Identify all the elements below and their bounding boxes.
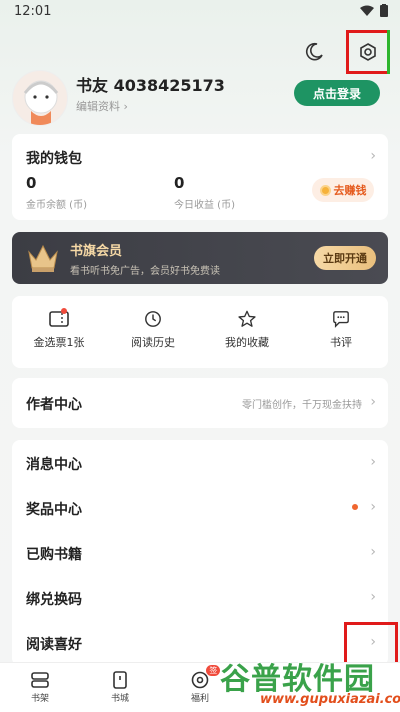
status-icons bbox=[360, 4, 388, 17]
notification-dot bbox=[60, 308, 67, 314]
coin-balance-value: 0 bbox=[26, 174, 37, 192]
shortcut-ticket[interactable]: 金选票1张 bbox=[12, 296, 106, 368]
menu-item-messages[interactable]: 消息中心 › bbox=[12, 440, 388, 485]
shortcuts-card: 金选票1张 阅读历史 我的收藏 书评 bbox=[12, 296, 388, 368]
star-icon bbox=[238, 310, 256, 327]
author-center-row[interactable]: 作者中心 零门槛创作，千万现金扶持 › bbox=[12, 378, 388, 428]
watermark: 谷普软件园 www.gupuxiazai.com bbox=[220, 654, 400, 712]
shortcut-reviews[interactable]: 书评 bbox=[294, 296, 388, 368]
earn-money-button[interactable]: 去赚钱 bbox=[312, 178, 374, 202]
comment-icon bbox=[333, 311, 349, 328]
avatar-illustration bbox=[23, 80, 59, 125]
top-actions bbox=[300, 30, 390, 74]
nav-label: 书架 bbox=[30, 694, 49, 704]
menu-item-purchased[interactable]: 已购书籍 › bbox=[12, 530, 388, 575]
today-income-label: 今日收益 (币) bbox=[174, 200, 235, 211]
profile-section: 书友 4038425173 编辑资料 › 点击登录 bbox=[12, 70, 388, 126]
vip-subtitle: 看书听书免广告，会员好书免费读 bbox=[70, 266, 220, 277]
chevron-right-icon: › bbox=[370, 454, 376, 470]
menu-item-label: 绑兑换码 bbox=[26, 592, 82, 608]
menu-item-label: 奖品中心 bbox=[26, 502, 82, 518]
chevron-right-icon: › bbox=[370, 394, 376, 410]
menu-item-label: 消息中心 bbox=[26, 457, 82, 473]
vip-open-button[interactable]: 立即开通 bbox=[314, 246, 376, 270]
vip-banner[interactable]: 书旗会员 看书听书免广告，会员好书免费读 立即开通 bbox=[12, 232, 388, 284]
night-mode-button[interactable] bbox=[300, 38, 328, 66]
menu-item-label: 阅读喜好 bbox=[26, 637, 82, 653]
chevron-right-icon: › bbox=[370, 544, 376, 560]
login-button[interactable]: 点击登录 bbox=[294, 80, 380, 106]
shortcut-label: 金选票1张 bbox=[33, 336, 85, 349]
clock-icon bbox=[145, 311, 161, 327]
edit-profile-label: 编辑资料 bbox=[76, 100, 120, 113]
author-center-subtitle: 零门槛创作，千万现金扶持 bbox=[242, 400, 362, 411]
welfare-badge: 签 bbox=[206, 665, 221, 676]
author-center-title: 作者中心 bbox=[26, 397, 82, 413]
menu-list: 消息中心 › 奖品中心 › 已购书籍 › 绑兑换码 › 阅读喜好 › bbox=[12, 440, 388, 666]
shortcut-history[interactable]: 阅读历史 bbox=[106, 296, 200, 368]
settings-button[interactable] bbox=[346, 30, 390, 74]
nav-item-bookshelf[interactable]: 书架 bbox=[0, 663, 80, 712]
nav-item-bookstore[interactable]: 书城 bbox=[80, 663, 160, 712]
chevron-right-icon: › bbox=[370, 148, 376, 164]
nickname: 书友 4038425173 bbox=[76, 76, 225, 95]
watermark-url: www.gupuxiazai.com bbox=[260, 692, 400, 707]
status-bar: 12:01 bbox=[0, 0, 400, 24]
chevron-right-icon: › bbox=[123, 100, 128, 113]
shortcut-favorites[interactable]: 我的收藏 bbox=[200, 296, 294, 368]
gear-icon bbox=[360, 43, 376, 61]
bookshelf-icon bbox=[31, 672, 49, 688]
coin-balance-label: 金币余额 (币) bbox=[26, 200, 87, 211]
wifi-icon bbox=[360, 5, 374, 16]
coin-icon bbox=[319, 184, 331, 196]
nav-label: 福利 bbox=[190, 694, 209, 704]
earn-money-label: 去赚钱 bbox=[333, 184, 367, 197]
shortcut-label: 我的收藏 bbox=[225, 336, 269, 349]
status-time: 12:01 bbox=[14, 4, 52, 19]
menu-item-label: 已购书籍 bbox=[26, 547, 82, 563]
moon-icon bbox=[306, 42, 323, 61]
shortcut-label: 书评 bbox=[330, 336, 352, 349]
nav-label: 书城 bbox=[110, 694, 129, 704]
menu-item-redeem[interactable]: 绑兑换码 › bbox=[12, 575, 388, 620]
avatar[interactable] bbox=[12, 70, 68, 126]
today-income-value: 0 bbox=[174, 174, 185, 192]
shortcut-label: 阅读历史 bbox=[131, 336, 175, 349]
battery-icon bbox=[380, 4, 388, 17]
vip-title: 书旗会员 bbox=[70, 244, 123, 259]
chevron-right-icon: › bbox=[370, 589, 376, 605]
crown-icon bbox=[28, 244, 58, 272]
chevron-right-icon: › bbox=[370, 499, 376, 515]
wallet-card[interactable]: 我的钱包 › 0 金币余额 (币) 0 今日收益 (币) 去赚钱 bbox=[12, 134, 388, 220]
menu-item-prizes[interactable]: 奖品中心 › bbox=[12, 485, 388, 530]
edit-profile-link[interactable]: 编辑资料 › bbox=[76, 98, 128, 114]
notification-dot bbox=[352, 504, 358, 510]
wallet-title: 我的钱包 bbox=[26, 151, 82, 167]
bookstore-icon bbox=[113, 671, 127, 689]
